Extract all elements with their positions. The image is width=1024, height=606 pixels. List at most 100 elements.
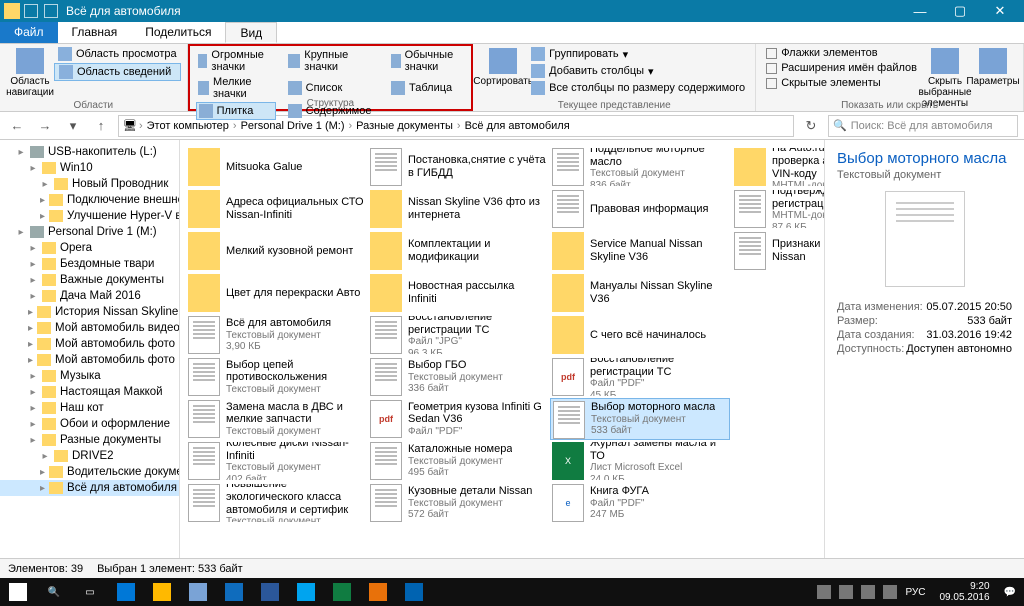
tree-node[interactable]: ▸Мой автомобиль фото №2 <box>0 352 179 368</box>
tray-icon[interactable] <box>839 585 853 599</box>
tree-node[interactable]: ▸Разные документы <box>0 432 179 448</box>
close-button[interactable]: ✕ <box>980 0 1020 22</box>
file-tile[interactable]: Замена масла в ДВС и мелкие запчастиТекс… <box>186 398 366 440</box>
qat-btn[interactable] <box>44 4 58 18</box>
tree-node[interactable]: ▸Opera <box>0 240 179 256</box>
tree-node[interactable]: ▸Подключение внешнего м <box>0 192 179 208</box>
tb-app[interactable] <box>216 578 252 606</box>
autosize-button[interactable]: Все столбцы по размеру содержимого <box>527 80 749 96</box>
file-tile[interactable]: eКнига ФУГАФайл "PDF"247 МБ <box>550 482 730 524</box>
chk-extensions[interactable]: Расширения имён файлов <box>762 61 921 75</box>
tree-node[interactable]: ▸DRIVE2 <box>0 448 179 464</box>
tree-node[interactable]: ▸Улучшение Hyper-V в верс <box>0 208 179 224</box>
file-tile[interactable]: Каталожные номераТекстовый документ495 б… <box>368 440 548 482</box>
maximize-button[interactable]: ▢ <box>940 0 980 22</box>
taskview-button[interactable]: ▭ <box>72 578 108 606</box>
tray-icon[interactable] <box>861 585 875 599</box>
file-tile[interactable]: Nissan Skyline V36 фто из интернета <box>368 188 548 230</box>
addcols-button[interactable]: Добавить столбцы ▾ <box>527 63 749 79</box>
qat-btn[interactable] <box>24 4 38 18</box>
tray-lang[interactable]: РУС <box>905 587 925 598</box>
tray-icon[interactable] <box>817 585 831 599</box>
layout-normal[interactable]: Обычные значки <box>389 48 465 74</box>
system-tray[interactable]: РУС 9:20 09.05.2016 💬 <box>809 581 1024 603</box>
file-tile[interactable]: Выбор моторного маслаТекстовый документ5… <box>550 398 730 440</box>
tree-node[interactable]: ▸Музыка <box>0 368 179 384</box>
layout-large[interactable]: Крупные значки <box>286 48 379 74</box>
details-pane-button[interactable]: Область сведений <box>54 63 181 81</box>
tray-icon[interactable] <box>883 585 897 599</box>
tree-node[interactable]: ▸Настоящая Маккой <box>0 384 179 400</box>
tree-node[interactable]: ▸История Nissan Skyline <box>0 304 179 320</box>
tree-node[interactable]: ▸USB-накопитель (L:) <box>0 144 179 160</box>
tab-view[interactable]: Вид <box>225 22 277 43</box>
refresh-button[interactable]: ↻ <box>800 115 822 137</box>
file-tile[interactable]: Постановка,снятие с учёта в ГИБДД <box>368 146 548 188</box>
tree-node[interactable]: ▸Водительские документы <box>0 464 179 480</box>
tb-app[interactable] <box>108 578 144 606</box>
search-input[interactable]: 🔍Поиск: Всё для автомобиля <box>828 115 1018 137</box>
file-tile[interactable]: Признаки подделки масла Nissan <box>732 230 824 272</box>
file-tile[interactable]: На Auto.ru появилась проверка автомобиле… <box>732 146 824 188</box>
tb-app[interactable] <box>324 578 360 606</box>
tb-app[interactable] <box>180 578 216 606</box>
file-tile[interactable]: XЖурнал замены масла и ТОЛист Microsoft … <box>550 440 730 482</box>
tree-node[interactable]: ▸Всё для автомобиля <box>0 480 179 496</box>
group-button[interactable]: Группировать ▾ <box>527 46 749 62</box>
tree-node[interactable]: ▸Новый Проводник <box>0 176 179 192</box>
tab-share[interactable]: Поделиться <box>131 22 225 43</box>
taskbar[interactable]: 🔍 ▭ РУС 9:20 09.05.2016 💬 <box>0 578 1024 606</box>
tree-node[interactable]: ▸Наш кот <box>0 400 179 416</box>
file-tile[interactable]: Кузовные детали NissanТекстовый документ… <box>368 482 548 524</box>
tb-app[interactable] <box>396 578 432 606</box>
file-tile[interactable]: pdfГеометрия кузова Infiniti G Sedan V36… <box>368 398 548 440</box>
tb-app[interactable] <box>144 578 180 606</box>
tree-node[interactable]: ▸Мой автомобиль фото <box>0 336 179 352</box>
file-tile[interactable]: Выбор цепей противоскольженияТекстовый д… <box>186 356 366 398</box>
file-tile[interactable]: Правовая информация <box>550 188 730 230</box>
tree-node[interactable]: ▸Важные документы <box>0 272 179 288</box>
tray-clock[interactable]: 9:20 09.05.2016 <box>933 581 995 603</box>
up-button[interactable]: ↑ <box>90 115 112 137</box>
file-list[interactable]: Mitsuoka GalueАдреса официальных СТО Nis… <box>180 140 824 558</box>
file-tile[interactable]: Выбор ГБОТекстовый документ336 байт <box>368 356 548 398</box>
file-tile[interactable]: Service Manual Nissan Skyline V36 <box>550 230 730 272</box>
tree-node[interactable]: ▸Win10 <box>0 160 179 176</box>
start-button[interactable] <box>0 578 36 606</box>
notifications-button[interactable]: 💬 <box>1004 587 1016 598</box>
layout-huge[interactable]: Огромные значки <box>196 48 276 74</box>
file-tile[interactable]: Подтверждение регистрацииMHTML-документ8… <box>732 188 824 230</box>
nav-pane-button[interactable]: Область навигации <box>6 46 54 100</box>
file-tile[interactable]: Адреса официальных СТО Nissan-Infiniti <box>186 188 366 230</box>
file-tile[interactable]: Колёсные диски Nissan-InfinitiТекстовый … <box>186 440 366 482</box>
file-tile[interactable]: Комплектации и модификации <box>368 230 548 272</box>
tab-file[interactable]: Файл <box>0 22 58 43</box>
file-tile[interactable]: Мелкий кузовной ремонт <box>186 230 366 272</box>
chk-hidden[interactable]: Скрытые элементы <box>762 76 921 90</box>
tree-node[interactable]: ▸Personal Drive 1 (M:) <box>0 224 179 240</box>
chk-flags[interactable]: Флажки элементов <box>762 46 921 60</box>
tab-home[interactable]: Главная <box>58 22 132 43</box>
file-tile[interactable]: Цвет для перекраски Авто <box>186 272 366 314</box>
tree-node[interactable]: ▸Обои и оформление <box>0 416 179 432</box>
nav-tree[interactable]: ▸USB-накопитель (L:)▸Win10▸Новый Проводн… <box>0 140 180 558</box>
tb-app[interactable] <box>288 578 324 606</box>
minimize-button[interactable]: ― <box>900 0 940 22</box>
file-tile[interactable]: Мануалы Nissan Skyline V36 <box>550 272 730 314</box>
file-tile[interactable]: Новостная рассылка Infiniti <box>368 272 548 314</box>
file-tile[interactable]: Поддельное моторное маслоТекстовый докум… <box>550 146 730 188</box>
tree-node[interactable]: ▸Бездомные твари <box>0 256 179 272</box>
file-tile[interactable]: Mitsuoka Galue <box>186 146 366 188</box>
tb-app[interactable] <box>252 578 288 606</box>
file-tile[interactable]: С чего всё начиналось <box>550 314 730 356</box>
tb-app[interactable] <box>360 578 396 606</box>
file-tile[interactable]: Повышение экологического класса автомоби… <box>186 482 366 524</box>
search-button[interactable]: 🔍 <box>36 578 72 606</box>
forward-button[interactable]: → <box>34 115 56 137</box>
file-tile[interactable]: pdfВосстановление регистрации ТСФайл "PD… <box>550 356 730 398</box>
back-button[interactable]: ← <box>6 115 28 137</box>
file-tile[interactable]: Восстановление регистрации ТСФайл "JPG"9… <box>368 314 548 356</box>
preview-pane-button[interactable]: Область просмотра <box>54 46 181 62</box>
sort-button[interactable]: Сортировать <box>479 46 527 96</box>
file-tile[interactable]: Всё для автомобиляТекстовый документ3,90… <box>186 314 366 356</box>
